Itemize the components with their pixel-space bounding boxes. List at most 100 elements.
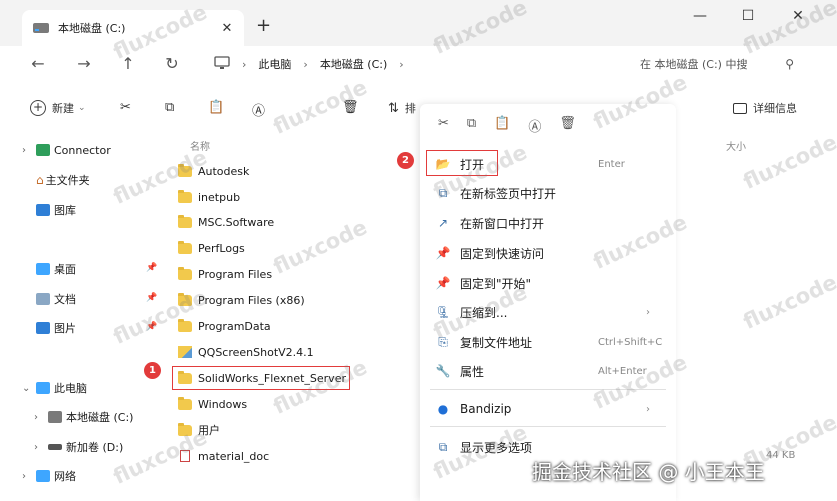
details-label: 详细信息 [753, 102, 797, 115]
sidebar-item-label: 网络 [54, 470, 76, 483]
menu-item-pin-start[interactable]: 📌 固定到"开始" [434, 271, 670, 295]
minimize-button[interactable]: — [690, 8, 710, 24]
main-area: › Connector ⌂ 主文件夹 图库 桌面 📌 文档 📌 图片 📌 ⌄ 此… [0, 104, 837, 501]
pin-icon: 📌 [146, 293, 158, 303]
paste-icon[interactable]: 📋 [208, 100, 224, 115]
forward-button[interactable]: → [74, 54, 94, 73]
menu-divider [430, 426, 666, 427]
back-button[interactable]: ← [28, 54, 48, 73]
new-tab-button[interactable]: + [256, 15, 271, 36]
tab-local-disk[interactable]: 本地磁盘 (C:) ✕ [22, 10, 244, 46]
menu-item-properties[interactable]: 🔧 属性 Alt+Enter [434, 359, 670, 383]
file-row[interactable]: PerfLogs [178, 238, 245, 258]
chevron-right-icon: › [34, 411, 38, 423]
sidebar-item-label: 主文件夹 [45, 174, 90, 187]
folder-icon [178, 318, 192, 332]
search-input[interactable]: 在 本地磁盘 (C:) 中搜 ⚲ [640, 52, 800, 76]
copy-icon[interactable]: ⧉ [165, 100, 174, 115]
new-button[interactable]: + 新建 ⌄ [30, 100, 86, 116]
sort-button[interactable]: ⇅ 排 [388, 100, 416, 116]
delete-icon[interactable]: 🗑 [559, 116, 576, 135]
title-bar: 本地磁盘 (C:) ✕ + — ☐ ✕ [0, 0, 837, 46]
context-menu-toolbar: ✂ ⧉ 📋 Ⓐ 🗑 [438, 116, 576, 135]
details-button[interactable]: 详细信息 [733, 100, 797, 116]
menu-item-pin-quick-access[interactable]: 📌 固定到快速访问 [434, 241, 670, 265]
breadcrumb-this-pc[interactable]: 此电脑 [258, 56, 291, 72]
sidebar-item-pictures[interactable]: 图片 [22, 318, 76, 338]
menu-item-compress[interactable]: 🗜 压缩到... › [434, 300, 670, 324]
sidebar-item-local-disk[interactable]: › 本地磁盘 (C:) [34, 407, 133, 427]
cut-icon[interactable]: ✂ [438, 116, 449, 135]
menu-item-copy-path[interactable]: ⎘ 复制文件地址 Ctrl+Shift+C [434, 330, 670, 354]
home-icon: ⌂ [36, 173, 44, 187]
folder-icon [178, 422, 192, 436]
folder-icon [178, 292, 192, 306]
folder-icon [178, 266, 192, 280]
file-row[interactable]: Program Files (x86) [178, 290, 305, 310]
file-row[interactable]: Program Files [178, 264, 272, 284]
file-row[interactable]: MSC.Software [178, 212, 274, 232]
file-row[interactable]: 用户 [178, 420, 220, 440]
new-tab-icon: ⧉ [438, 185, 448, 200]
folder-icon [178, 214, 192, 228]
paste-icon[interactable]: 📋 [494, 116, 510, 135]
rename-icon[interactable]: Ⓐ [252, 100, 265, 119]
sidebar-item-desktop[interactable]: 桌面 [22, 259, 76, 279]
details-pane-icon [733, 102, 747, 114]
rename-icon[interactable]: Ⓐ [528, 116, 541, 135]
file-row[interactable]: ProgramData [178, 316, 271, 336]
copy-path-icon: ⎘ [438, 334, 448, 349]
breadcrumb-local-disk[interactable]: 本地磁盘 (C:) [320, 56, 387, 72]
monitor-icon [214, 55, 230, 73]
file-size: 44 KB [766, 450, 796, 461]
column-header-name[interactable]: 名称 [190, 138, 210, 153]
copy-icon[interactable]: ⧉ [467, 116, 476, 135]
documents-icon [36, 293, 50, 305]
file-row[interactable]: Windows [178, 394, 247, 414]
refresh-button[interactable]: ↻ [162, 54, 182, 73]
file-row[interactable]: inetpub [178, 187, 240, 207]
file-row[interactable]: material_doc [178, 446, 269, 466]
close-window-button[interactable]: ✕ [788, 8, 808, 24]
column-header-size[interactable]: 大小 [726, 138, 746, 153]
sort-label: 排 [404, 102, 416, 115]
open-highlight [426, 150, 498, 176]
show-more-icon: ⧉ [438, 439, 448, 454]
sidebar-item-label: Connector [54, 143, 111, 157]
sidebar-item-connector[interactable]: › Connector [22, 140, 111, 160]
menu-item-bandizip[interactable]: ● Bandizip › [434, 397, 670, 421]
sidebar-item-label: 本地磁盘 (C:) [66, 411, 134, 424]
chevron-down-icon: ⌄ [22, 382, 31, 394]
drive-icon [48, 444, 62, 450]
address-bar[interactable]: › 此电脑 › 本地磁盘 (C:) › [206, 52, 626, 76]
sidebar-item-this-pc[interactable]: ⌄ 此电脑 [22, 378, 87, 398]
up-button[interactable]: ↑ [118, 54, 138, 73]
pin-icon: 📌 [146, 322, 158, 332]
sidebar-item-gallery[interactable]: 图库 [22, 200, 76, 220]
sidebar-item-d-drive[interactable]: › 新加卷 (D:) [34, 437, 123, 457]
sidebar-item-label: 新加卷 (D:) [66, 441, 124, 454]
new-window-icon: ↗ [437, 216, 449, 230]
sidebar-item-network[interactable]: › 网络 [22, 466, 76, 486]
sidebar-item-home[interactable]: ⌂ 主文件夹 [22, 170, 90, 190]
new-label: 新建 [52, 102, 74, 115]
sidebar-item-documents[interactable]: 文档 [22, 289, 76, 309]
cut-icon[interactable]: ✂ [120, 100, 131, 115]
chevron-right-icon: › [242, 57, 247, 71]
menu-item-open-new-window[interactable]: ↗ 在新窗口中打开 [434, 211, 670, 235]
computer-icon [36, 382, 50, 394]
wrench-icon: 🔧 [435, 364, 451, 378]
maximize-button[interactable]: ☐ [738, 8, 758, 24]
sidebar-item-label: 桌面 [54, 263, 76, 276]
delete-icon[interactable]: 🗑 [342, 100, 359, 115]
tab-close-icon[interactable]: ✕ [220, 21, 234, 36]
file-row[interactable]: Autodesk [178, 161, 249, 181]
file-row[interactable]: QQScreenShotV2.4.1 [178, 342, 314, 362]
sidebar-item-label: 此电脑 [54, 382, 87, 395]
bandizip-icon: ● [437, 402, 449, 416]
selection-highlight [172, 366, 350, 390]
chevron-right-icon: › [303, 57, 308, 71]
menu-item-open-new-tab[interactable]: ⧉ 在新标签页中打开 [434, 181, 670, 205]
search-placeholder: 在 本地磁盘 (C:) 中搜 [640, 58, 748, 71]
network-icon [36, 470, 50, 482]
